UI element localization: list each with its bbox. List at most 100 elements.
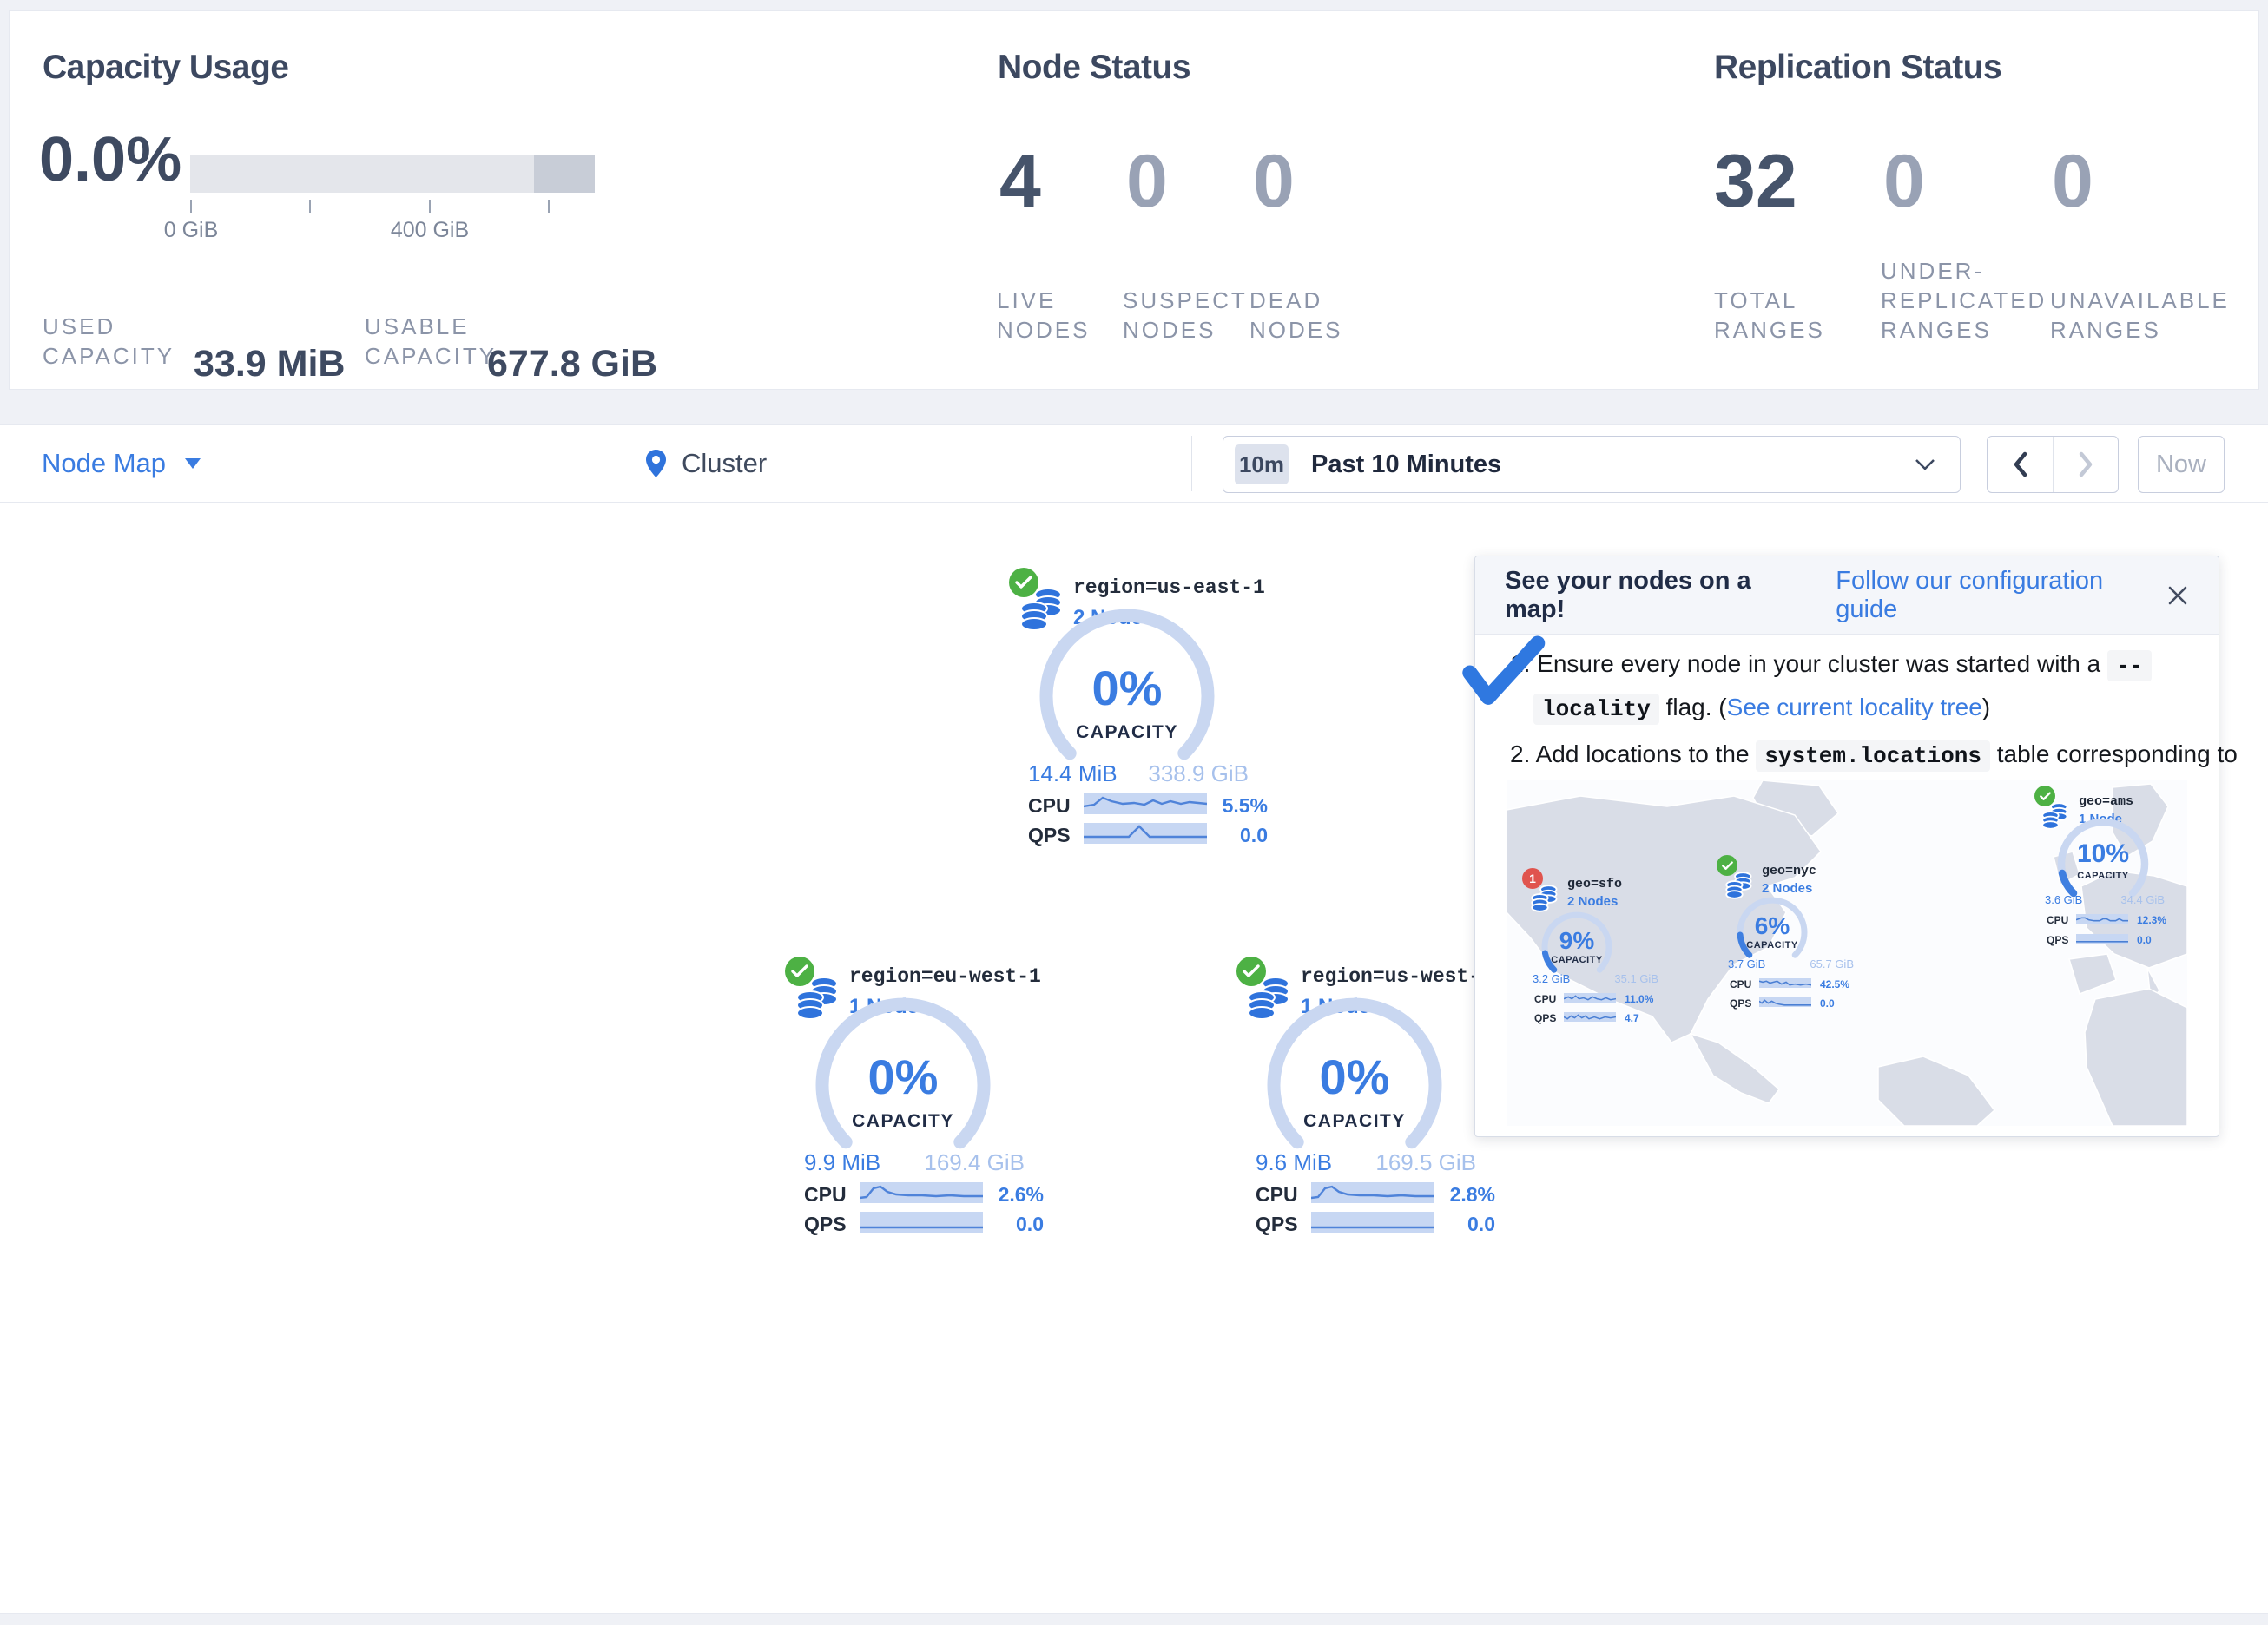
capacity-percent: 10% (2064, 839, 2142, 869)
axis-tick-label: 400 GiB (391, 218, 469, 243)
geo-widget-nyc: geo=nyc 2 Nodes 6% CAPACITY 3.7 GiB 65.7… (1710, 850, 1883, 1023)
region-widget-eu-west-1[interactable]: region=eu-west-1 1 Node 0% CAPACITY 9.9 … (783, 955, 1044, 1250)
cpu-value: 42.5% (1820, 978, 1849, 990)
chevron-left-icon (2011, 451, 2030, 478)
qps-sparkline (1084, 823, 1207, 844)
code-chip: locality (1533, 694, 1659, 725)
capacity-percent: 0% (1040, 660, 1214, 716)
qps-sparkline (1564, 1012, 1616, 1022)
cpu-label: CPU (1256, 1183, 1298, 1207)
overview-toolbar: Node Map Cluster 10m Past 10 Minutes (0, 424, 2268, 503)
capacity-percent: 0% (816, 1049, 990, 1105)
unavailable-count: 0 (2052, 139, 2093, 225)
qps-value: 0.0 (1240, 824, 1268, 847)
setup-step-1-line2: locality flag. (See current locality tre… (1533, 694, 1990, 722)
geo-widget-ams: geo=ams 1 Node 10% CAPACITY 3.6 GiB 34.4… (2027, 782, 2187, 973)
time-range-label: Past 10 Minutes (1311, 451, 1501, 479)
configuration-guide-link[interactable]: Follow our configuration guide (1836, 567, 2166, 624)
close-icon[interactable] (2166, 584, 2189, 607)
capacity-caption: CAPACITY (1737, 940, 1807, 951)
dead-nodes-label: DEAD NODES (1249, 286, 1342, 345)
step-text: ) (1982, 694, 1990, 720)
usable-value: 34.4 GiB (2120, 893, 2165, 906)
usable-value: 35.1 GiB (1614, 972, 1658, 985)
usable-value: 169.4 GiB (924, 1149, 1025, 1176)
example-world-map: 1 geo=sfo 2 Nodes 9% CAPACITY 3.2 GiB (1507, 780, 2187, 1126)
used-value: 3.6 GiB (2045, 893, 2082, 906)
cpu-sparkline (860, 1182, 983, 1203)
region-widget-us-west-1[interactable]: region=us-west-1 1 Node 0% CAPACITY 9.6 … (1235, 955, 1495, 1250)
region-widget-us-east-1[interactable]: region=us-east-1 2 Nodes 0% CAPACITY 14.… (1007, 566, 1268, 861)
toolbar-divider (1191, 436, 1192, 491)
time-step-back-button[interactable] (1988, 437, 2053, 492)
code-chip: -- (2107, 650, 2152, 681)
capacity-percent: 6% (1737, 912, 1807, 940)
node-status-title: Node Status (998, 49, 1190, 87)
qps-label: QPS (1256, 1213, 1298, 1236)
axis-tick-label: 0 GiB (164, 218, 219, 243)
breadcrumb[interactable]: Cluster (644, 425, 767, 502)
qps-value: 0.0 (1820, 997, 1835, 1010)
capacity-caption: CAPACITY (1542, 955, 1612, 965)
popup-header: See your nodes on a map! Follow our conf… (1475, 556, 2219, 635)
view-selector-label: Node Map (42, 448, 166, 479)
time-step-forward-button[interactable] (2053, 437, 2118, 492)
qps-label: QPS (804, 1213, 847, 1236)
under-replicated-label: UNDER- REPLICATED RANGES (1881, 256, 2047, 345)
qps-label: QPS (1534, 1012, 1556, 1024)
capacity-percent: 9% (1542, 927, 1612, 955)
setup-step-1: 1. Ensure every node in your cluster was… (1510, 650, 2152, 679)
cpu-sparkline (1311, 1182, 1434, 1203)
qps-sparkline (860, 1212, 983, 1233)
used-capacity-value: 33.9 MiB (194, 343, 345, 385)
live-nodes-label: LIVE NODES (997, 286, 1090, 345)
dead-nodes-count: 0 (1253, 139, 1295, 225)
cpu-sparkline (1759, 978, 1811, 988)
map-pin-icon (644, 449, 668, 479)
total-ranges-count: 32 (1714, 139, 1797, 225)
step-text: table corresponding to (1990, 740, 2238, 767)
geo-name: geo=ams (2079, 794, 2133, 809)
axis-tick (548, 200, 550, 213)
cpu-value: 2.8% (1450, 1183, 1495, 1207)
cpu-label: CPU (1534, 993, 1556, 1005)
usable-value: 338.9 GiB (1148, 760, 1249, 787)
time-range-dropdown[interactable]: 10m Past 10 Minutes (1223, 436, 1961, 493)
code-chip: system.locations (1756, 740, 1990, 772)
qps-sparkline (2076, 934, 2128, 944)
usable-value: 169.5 GiB (1375, 1149, 1476, 1176)
unavailable-label: UNAVAILABLE RANGES (2050, 286, 2230, 345)
region-name: region=eu-west-1 (849, 965, 1041, 988)
time-step-buttons (1987, 436, 2119, 493)
step-number: 2. (1510, 740, 1530, 767)
geo-node-count: 2 Nodes (1567, 894, 1618, 909)
live-nodes-count: 4 (999, 139, 1041, 225)
qps-value: 4.7 (1625, 1012, 1639, 1024)
total-ranges-label: TOTAL RANGES (1714, 286, 1825, 345)
breadcrumb-label: Cluster (682, 448, 767, 479)
locality-tree-link[interactable]: See current locality tree (1727, 694, 1982, 720)
under-replicated-count: 0 (1883, 139, 1925, 225)
cpu-value: 2.6% (999, 1183, 1044, 1207)
now-button[interactable]: Now (2138, 436, 2225, 493)
used-value: 9.6 MiB (1256, 1149, 1332, 1176)
step-text: Add locations to the (1530, 740, 1756, 767)
qps-value: 0.0 (1467, 1213, 1495, 1236)
cluster-overview-page: Capacity Usage 0.0% 0 GiB 400 GiB USED C… (0, 0, 2268, 1625)
cpu-value: 11.0% (1625, 993, 1653, 1005)
usable-capacity-value: 677.8 GiB (487, 343, 657, 385)
capacity-usage-title: Capacity Usage (43, 49, 288, 87)
qps-sparkline (1311, 1212, 1434, 1233)
page-bottom-strip (0, 1613, 2268, 1625)
capacity-caption: CAPACITY (816, 1111, 990, 1132)
capacity-caption: CAPACITY (1268, 1111, 1441, 1132)
qps-value: 0.0 (1016, 1213, 1044, 1236)
cpu-label: CPU (2047, 914, 2068, 926)
capacity-caption: CAPACITY (2064, 871, 2142, 881)
setup-step-2: 2. Add locations to the system.locations… (1510, 740, 2238, 769)
used-capacity-label: USED CAPACITY (43, 312, 175, 371)
view-selector-dropdown[interactable]: Node Map (42, 425, 201, 502)
capacity-caption: CAPACITY (1040, 722, 1214, 743)
capacity-usage-bar (190, 155, 595, 193)
qps-label: QPS (1730, 997, 1751, 1010)
